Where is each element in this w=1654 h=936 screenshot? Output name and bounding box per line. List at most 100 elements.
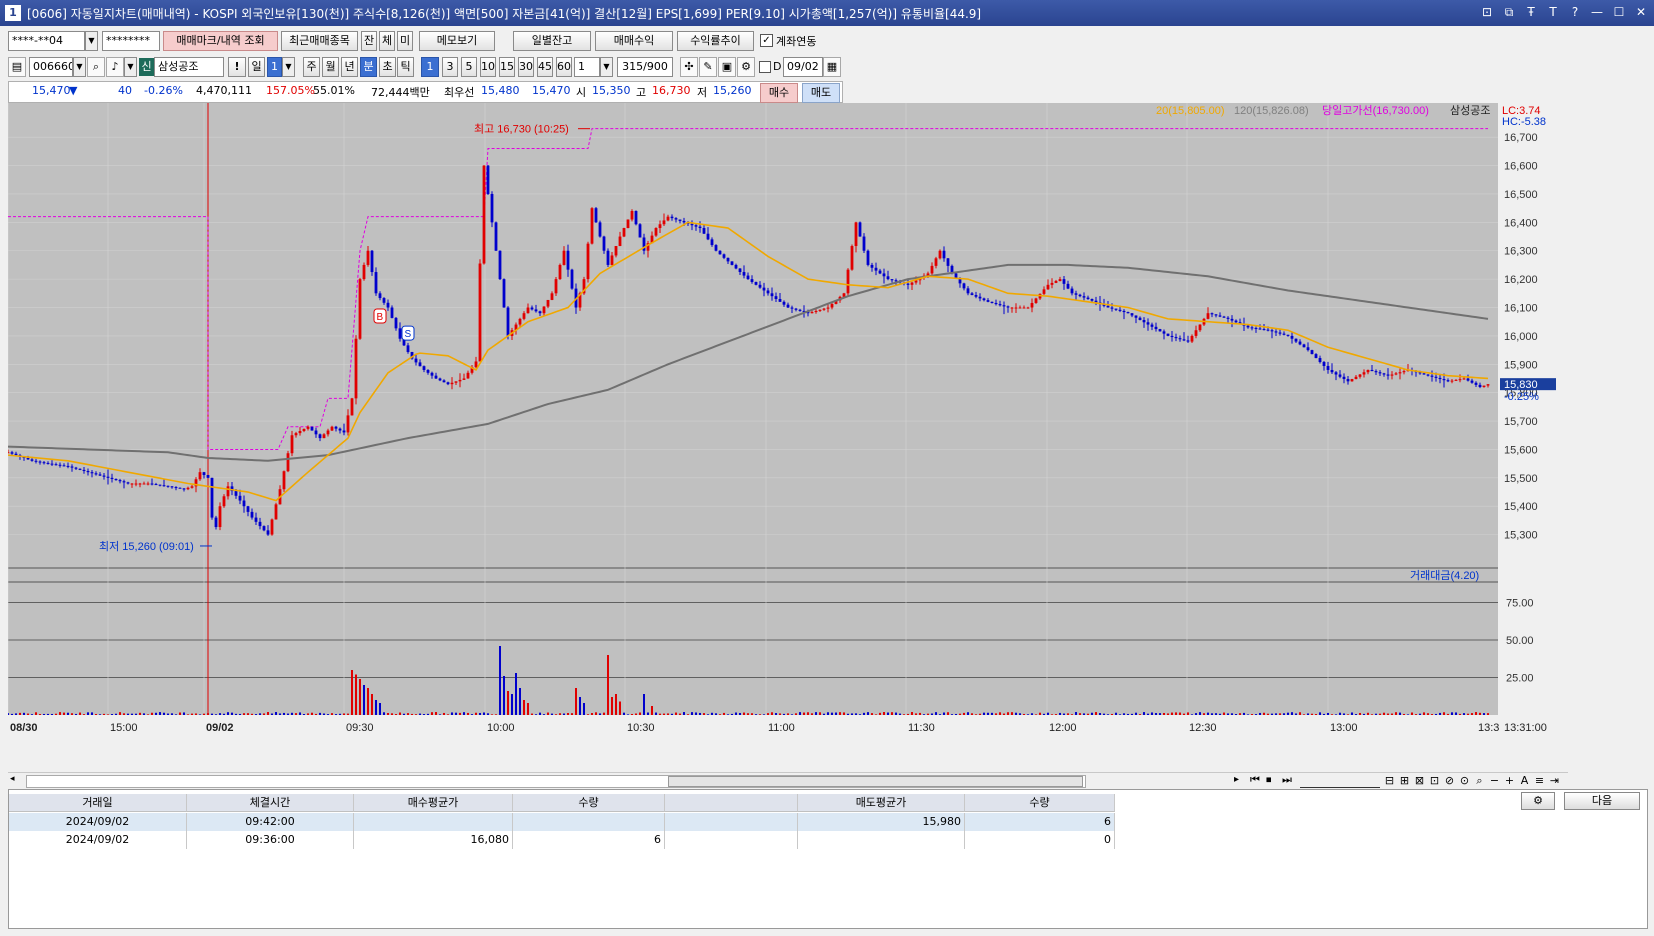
custom-interval-input[interactable]: 1 [574, 57, 600, 77]
volume-bar [1339, 712, 1341, 715]
minute-interval-button[interactable]: 30 [518, 57, 534, 77]
table-header-cell[interactable]: 거래일 [9, 794, 187, 812]
candle-body [38, 461, 42, 463]
gear-icon[interactable]: ⚙ [737, 57, 755, 77]
sound-icon[interactable]: ♪ [106, 57, 124, 77]
font-icon[interactable]: T [1546, 4, 1560, 20]
table-row[interactable]: 2024/09/02 09:36:00 16,080 6 0 [9, 831, 1115, 849]
price-volume-chart[interactable]: 16,700 16,600 16,500 16,400 16,300 16,200 16,1… [8, 103, 1568, 771]
profit-trend-button[interactable]: 수익률추이 [677, 31, 754, 51]
minute-interval-button[interactable]: 10 [480, 57, 496, 77]
volume-bar [451, 712, 453, 715]
volume-bar [1327, 712, 1329, 715]
table-row[interactable]: 2024/09/02 09:42:00 15,980 6 [9, 813, 1115, 831]
chart-scrollbar[interactable]: ◂ ▸ ⏮ ⏹ ⏭ ⊟ ⊞ ⊠ ⊡ ⊘ ⊙ ⌕ − + A ≡ ⇥ [8, 772, 1568, 790]
volume-bar [11, 713, 13, 715]
recent-items-button[interactable]: 최근매매종목 [281, 31, 358, 51]
table-cell: 16,080 [354, 831, 513, 849]
minute-interval-button[interactable]: 1 [421, 57, 439, 77]
trade-profit-button[interactable]: 매매수익 [595, 31, 673, 51]
scroll-thumb[interactable] [668, 776, 1083, 787]
candle-body [134, 483, 138, 485]
candle-body [218, 506, 222, 528]
multi-window-icon[interactable]: ⧉ [1502, 4, 1516, 20]
tab-che[interactable]: 체 [379, 31, 395, 51]
period-button[interactable]: 월 [322, 57, 339, 77]
volume-bar [1195, 713, 1197, 715]
layout-icon[interactable]: ▤ [8, 57, 26, 77]
account-dropdown[interactable]: ▼ [85, 31, 98, 51]
table-header-cell[interactable]: 수량 [965, 794, 1115, 812]
period-button[interactable]: 초 [379, 57, 396, 77]
volume-bar [35, 712, 37, 715]
table-header-cell[interactable]: 수량 [513, 794, 665, 812]
help-icon[interactable]: ? [1568, 4, 1582, 20]
table-header-cell[interactable]: 체결시간 [187, 794, 354, 812]
first-icon[interactable]: ⏮ [1250, 773, 1260, 787]
account-link-checkbox[interactable]: ✓ [760, 34, 773, 47]
minimize-icon[interactable]: — [1590, 4, 1604, 20]
price-tick-label: 16,400 [1504, 217, 1538, 229]
next-button[interactable]: 다음 [1564, 792, 1640, 810]
stock-code-input[interactable]: 006660 [29, 57, 73, 77]
maximize-icon[interactable]: ☐ [1612, 4, 1626, 20]
stop-icon[interactable]: ⏹ [1266, 773, 1272, 787]
tab-jan[interactable]: 잔 [361, 31, 377, 51]
period-button[interactable]: 틱 [397, 57, 414, 77]
stock-code-dropdown[interactable]: ▼ [73, 57, 86, 77]
period-button[interactable]: 분 [360, 57, 377, 77]
sound-dropdown[interactable]: ▼ [124, 57, 137, 77]
volume-bar [283, 712, 285, 715]
volume-bar [947, 712, 949, 715]
chart-area[interactable]: 16,700 16,600 16,500 16,400 16,300 16,200 16,1… [8, 103, 1568, 743]
tab-mi[interactable]: 미 [397, 31, 413, 51]
draw-icon[interactable]: ✎ [699, 57, 717, 77]
minute-interval-button[interactable]: 3 [442, 57, 458, 77]
table-settings-icon[interactable]: ⚙ [1521, 792, 1555, 810]
minute-interval-button[interactable]: 5 [461, 57, 477, 77]
trade-amount: 72,444백만 [371, 86, 430, 99]
time-tick-label: 12:00 [1049, 722, 1077, 734]
zoom-slider[interactable] [1300, 774, 1380, 788]
bar-count-field[interactable]: 315/900 [617, 57, 673, 77]
link-icon[interactable]: ⊡ [1480, 4, 1494, 20]
close-icon[interactable]: ✕ [1634, 4, 1648, 20]
volume-bar [1155, 713, 1157, 715]
period-value-dropdown[interactable]: ▼ [282, 57, 295, 77]
trade-mark-button[interactable]: 매매마크/내역 조회 [163, 31, 278, 51]
buy-button[interactable]: 매수 [760, 83, 798, 103]
account-field[interactable]: ****-**04 [8, 31, 85, 51]
sell-button[interactable]: 매도 [802, 83, 840, 103]
period-button[interactable]: 년 [341, 57, 358, 77]
date-checkbox[interactable] [759, 61, 771, 73]
table-header-cell[interactable] [665, 794, 798, 812]
minute-interval-button[interactable]: 15 [499, 57, 515, 77]
search-icon[interactable]: ⌕ [87, 57, 105, 77]
period-value[interactable]: 1 [267, 57, 282, 77]
daily-balance-button[interactable]: 일별잔고 [513, 31, 591, 51]
minute-interval-button[interactable]: 45 [537, 57, 553, 77]
save-icon[interactable]: ▣ [718, 57, 736, 77]
period-button[interactable]: 주 [303, 57, 320, 77]
stock-name-field[interactable]: 삼성공조 [154, 57, 224, 77]
calendar-icon[interactable]: ▦ [823, 57, 841, 77]
volume-bar [91, 712, 93, 715]
scroll-left-icon[interactable]: ◂ [10, 774, 15, 784]
candle-body [422, 366, 426, 370]
table-header-cell[interactable]: 매수평균가 [354, 794, 513, 812]
last-icon[interactable]: ⏭ [1282, 773, 1292, 787]
pin-icon[interactable]: Ŧ [1524, 4, 1538, 20]
password-field[interactable]: ******** [102, 31, 160, 51]
scroll-right-icon[interactable]: ▸ [1234, 774, 1239, 785]
volume-bar [167, 713, 169, 715]
volume-bar [1059, 712, 1061, 715]
minute-interval-button[interactable]: 60 [556, 57, 572, 77]
table-header-cell[interactable]: 매도평균가 [798, 794, 965, 812]
alert-button[interactable]: ! [228, 57, 246, 77]
date-input[interactable]: 09/02 [783, 57, 823, 77]
custom-interval-dropdown[interactable]: ▼ [600, 57, 613, 77]
crosshair-icon[interactable]: ✣ [680, 57, 698, 77]
candle-body [1390, 374, 1394, 376]
memo-button[interactable]: 메모보기 [419, 31, 495, 51]
period-il-button[interactable]: 일 [248, 57, 265, 77]
